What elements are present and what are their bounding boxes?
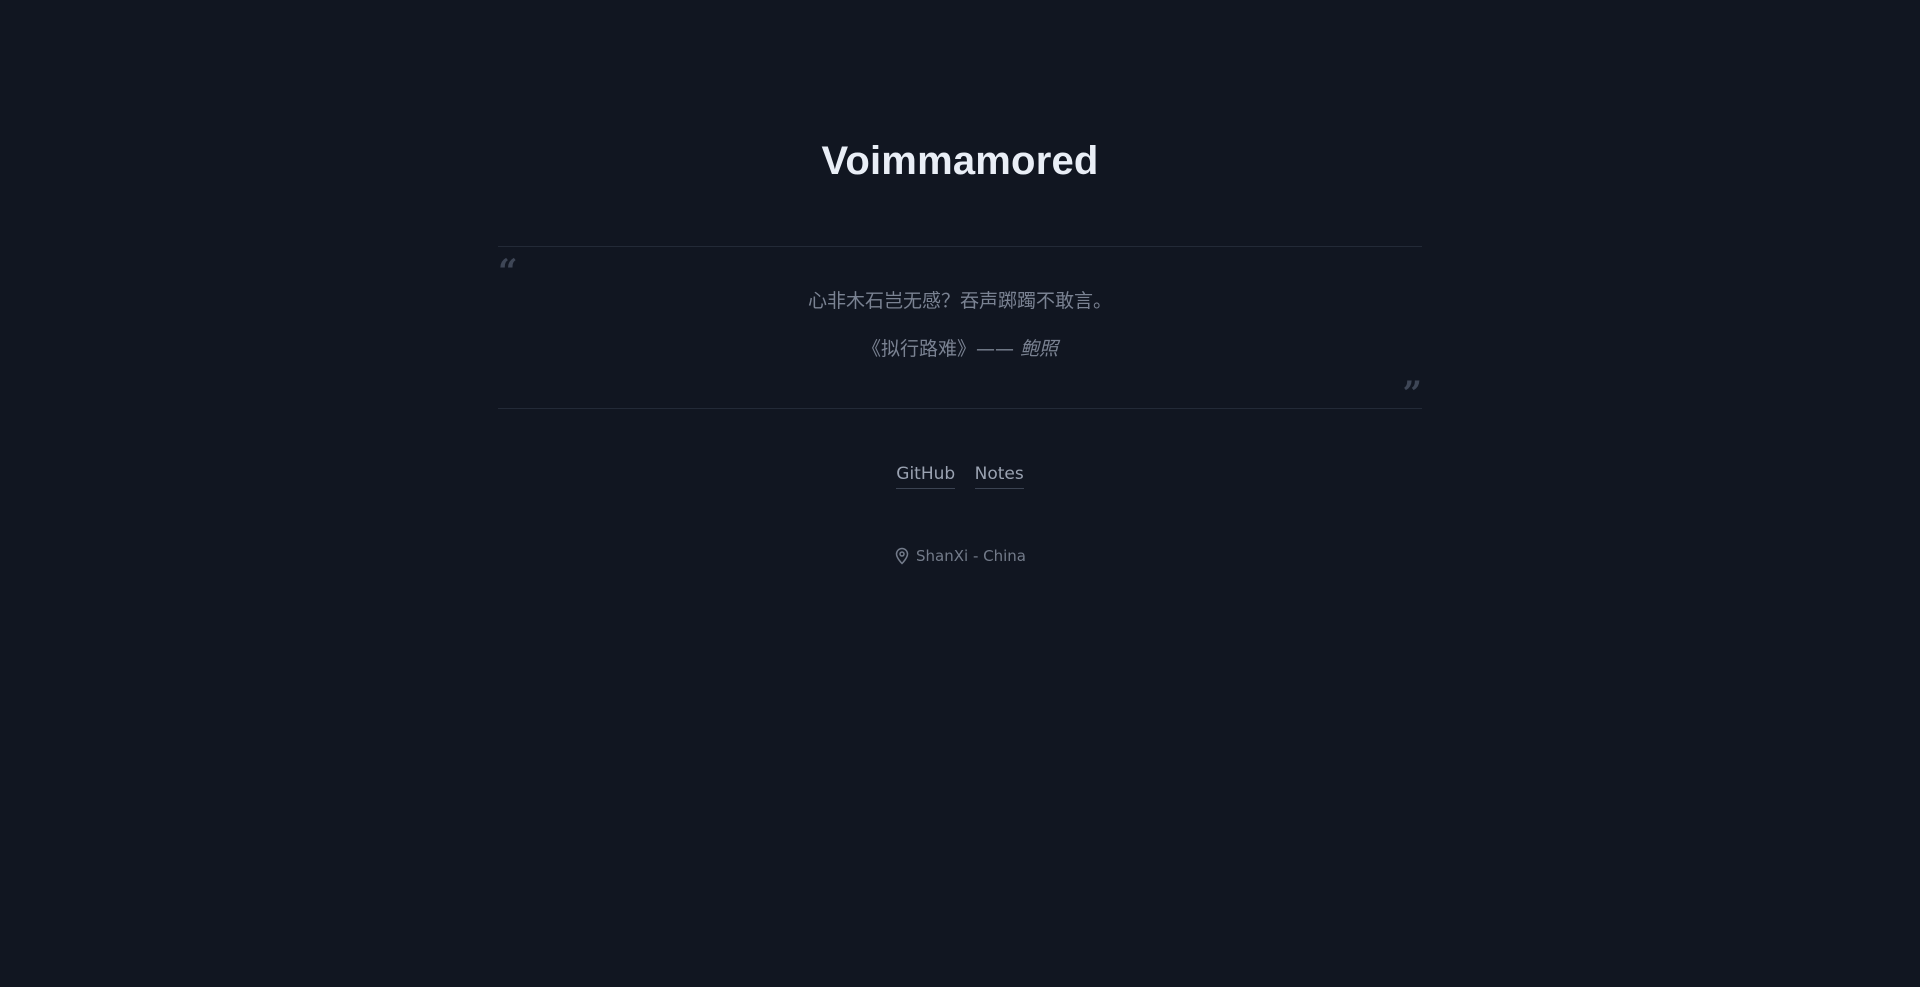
page: Voimmamored “ 心非木石岂无感？吞声踯躅不敢言。 《拟行路难》—— … (0, 0, 1920, 987)
quote-source-work: 《拟行路难》—— (861, 338, 1014, 360)
github-link[interactable]: GitHub (896, 462, 956, 489)
quote-author: 鲍照 (1020, 338, 1059, 360)
quote-text: 心非木石岂无感？吞声踯躅不敢言。 (807, 290, 1112, 312)
quote-source: 《拟行路难》—— 鲍照 (498, 337, 1422, 361)
quote-open-icon: “ (498, 252, 518, 292)
social-links: GitHub Notes (0, 462, 1920, 489)
location: ShanXi - China (0, 545, 1920, 571)
notes-link[interactable]: Notes (974, 462, 1024, 489)
site-title: Voimmamored (821, 139, 1099, 183)
quote-close-icon: ” (1402, 374, 1422, 414)
quote-block: “ 心非木石岂无感？吞声踯躅不敢言。 《拟行路难》—— 鲍照 ” (498, 246, 1422, 414)
map-pin-icon (894, 547, 910, 571)
location-text: ShanXi - China (916, 547, 1026, 565)
